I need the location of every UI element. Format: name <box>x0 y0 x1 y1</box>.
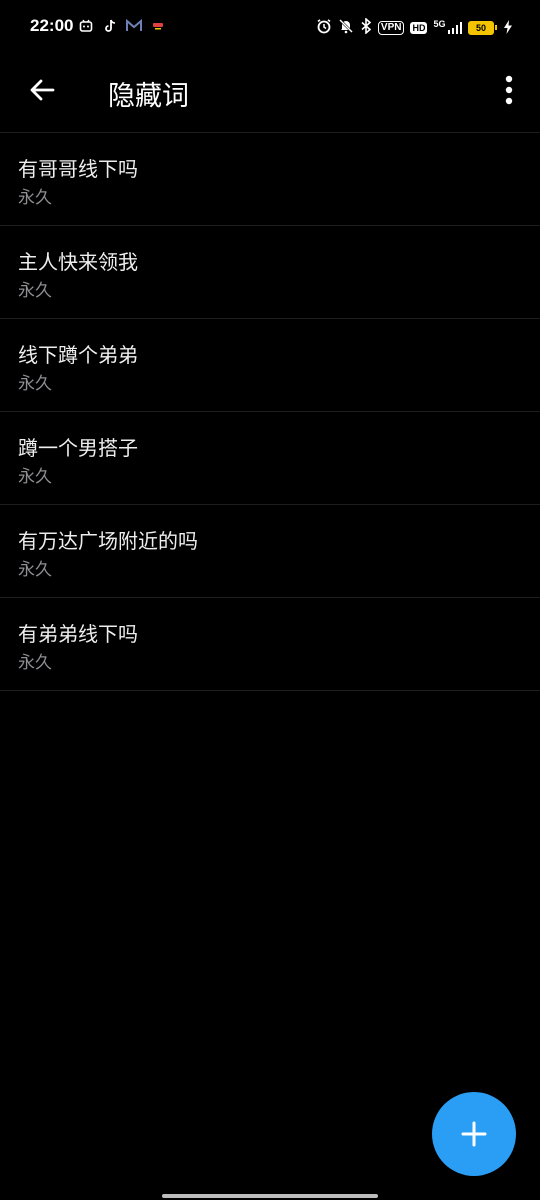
more-vertical-icon <box>505 75 513 105</box>
hidden-word-duration: 永久 <box>18 281 52 301</box>
cast-icon <box>150 18 166 34</box>
status-time: 22:00 <box>30 16 74 35</box>
hidden-word-duration: 永久 <box>18 467 52 487</box>
hidden-word: 主人快来领我 <box>18 250 138 274</box>
hd-badge: HD <box>410 22 428 34</box>
network-type: 5G <box>433 19 446 29</box>
tiktok-icon <box>102 18 118 34</box>
status-bar: 22:00 VPN HD 5G 50 <box>0 0 540 56</box>
list-item[interactable]: 蹲一个男搭子 永久 <box>0 412 540 505</box>
hidden-word-duration: 永久 <box>18 188 52 208</box>
vpn-badge: VPN <box>377 21 405 35</box>
home-indicator[interactable] <box>162 1194 378 1198</box>
hidden-word: 有弟弟线下吗 <box>18 622 138 646</box>
page-title: 隐藏词 <box>108 81 189 112</box>
app-notification-icon <box>78 18 94 34</box>
alarm-icon <box>316 18 332 38</box>
hidden-word: 线下蹲个弟弟 <box>18 343 138 367</box>
list-item[interactable]: 线下蹲个弟弟 永久 <box>0 319 540 412</box>
arrow-left-icon <box>30 79 55 101</box>
bluetooth-icon <box>360 17 372 38</box>
list-item[interactable]: 有哥哥线下吗 永久 <box>0 133 540 226</box>
hidden-word-duration: 永久 <box>18 374 52 394</box>
hidden-word: 有万达广场附近的吗 <box>18 529 198 553</box>
charging-icon <box>504 19 512 38</box>
list-item[interactable]: 有万达广场附近的吗 永久 <box>0 505 540 598</box>
mute-icon <box>338 18 354 38</box>
list-item[interactable]: 主人快来领我 永久 <box>0 226 540 319</box>
hidden-word: 蹲一个男搭子 <box>18 436 138 460</box>
list-item[interactable]: 有弟弟线下吗 永久 <box>0 598 540 691</box>
battery-level: 50 <box>475 23 486 33</box>
hidden-words-list: 有哥哥线下吗 永久 主人快来领我 永久 线下蹲个弟弟 永久 蹲一个男搭子 永久 … <box>0 133 540 691</box>
signal-icon <box>447 22 462 34</box>
system-icons: VPN HD 5G 50 <box>316 17 512 38</box>
back-button[interactable] <box>24 72 60 108</box>
hidden-word-duration: 永久 <box>18 560 52 580</box>
hidden-word: 有哥哥线下吗 <box>18 157 138 181</box>
hidden-word-duration: 永久 <box>18 653 52 673</box>
mail-icon <box>126 18 142 34</box>
more-options-button[interactable] <box>494 70 524 110</box>
app-bar: 隐藏词 <box>0 56 540 133</box>
add-hidden-word-button[interactable] <box>432 1092 516 1176</box>
battery-icon: 50 <box>468 21 497 35</box>
plus-icon <box>461 1121 487 1147</box>
notification-icons <box>78 18 166 34</box>
